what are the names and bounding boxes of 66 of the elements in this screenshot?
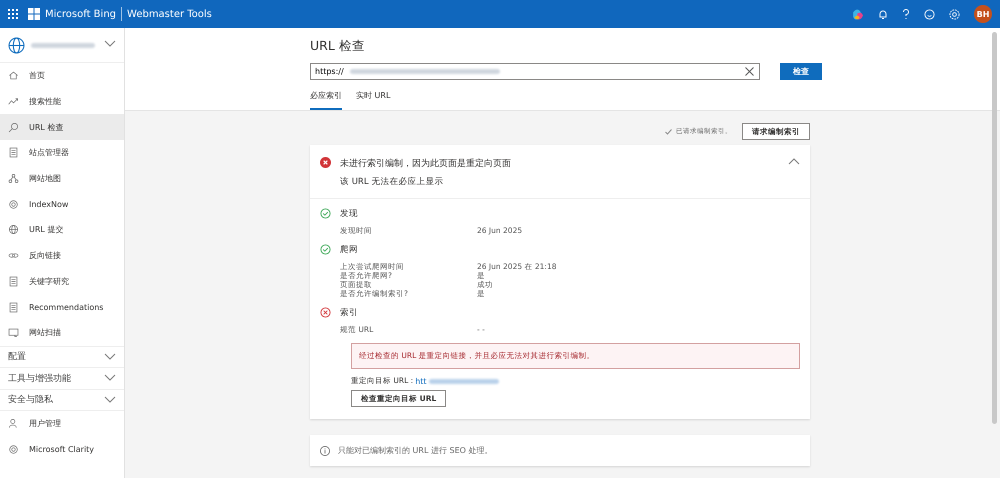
trend-icon — [8, 96, 19, 108]
error-circle-icon — [320, 307, 331, 318]
redacted-site-name — [31, 42, 95, 48]
user-icon — [8, 418, 19, 430]
nav-item[interactable]: IndexNow — [0, 191, 124, 218]
nav-item[interactable]: 搜索性能 — [0, 88, 124, 114]
error-icon — [320, 157, 331, 168]
nav-item[interactable]: URL 提交 — [0, 217, 124, 243]
chevron-icon — [788, 157, 800, 165]
nav-item[interactable]: 网站扫描 — [0, 320, 124, 346]
url-input-field[interactable]: https:// — [310, 63, 760, 80]
nav-item[interactable]: Microsoft Clarity — [0, 436, 124, 462]
brand-name: Microsoft Bing — [45, 8, 116, 20]
redirect-link[interactable]: htt — [415, 376, 427, 386]
check-circle-icon — [320, 244, 331, 255]
check-circle-icon — [320, 208, 331, 219]
nav-item[interactable]: 关键字研究 — [0, 268, 124, 294]
copilot-icon[interactable] — [851, 8, 864, 20]
nav-item[interactable]: 首页 — [0, 63, 124, 89]
nav-item[interactable]: 站点管理器 — [0, 140, 124, 166]
tab[interactable]: 必应索引 — [310, 87, 342, 110]
home-icon — [8, 70, 19, 82]
close-icon[interactable] — [745, 67, 754, 76]
screen-icon — [8, 327, 19, 338]
nav-item[interactable]: 网站地图 — [0, 166, 124, 192]
page-title: URL 检查 — [310, 38, 366, 55]
smiley-icon[interactable] — [924, 8, 935, 20]
gear-icon — [8, 198, 19, 210]
nav-section[interactable]: 安全与隐私 — [0, 388, 124, 410]
inspect-button[interactable]: 检查 — [780, 63, 822, 80]
gear-icon — [8, 444, 19, 456]
chevron-icon — [104, 396, 116, 404]
doc-icon — [8, 302, 19, 313]
section-title: 索引 — [340, 307, 359, 319]
help-icon[interactable] — [902, 8, 910, 20]
section-title: 发现 — [340, 208, 359, 220]
globe-icon — [8, 36, 25, 54]
doc-icon — [8, 276, 19, 287]
tree-icon — [8, 173, 19, 184]
nav-item[interactable]: 反向链接 — [0, 242, 124, 268]
globe-icon — [8, 224, 19, 236]
scrollbar[interactable] — [992, 32, 997, 424]
redacted-url — [428, 378, 499, 384]
bell-icon[interactable] — [878, 8, 888, 20]
settings-icon[interactable] — [949, 8, 960, 20]
section-title: 爬网 — [340, 244, 359, 256]
chevron-icon — [104, 374, 116, 382]
windows-logo-icon — [28, 8, 40, 20]
nav-item[interactable]: 用户管理 — [0, 411, 124, 437]
app-launcher-icon[interactable] — [8, 9, 18, 19]
info-text: 只能对已编制索引的 URL 进行 SEO 处理。 — [338, 445, 492, 456]
result-subtitle: 该 URL 无法在必应上显示 — [340, 176, 444, 188]
check-icon — [665, 128, 672, 134]
product-name: Webmaster Tools — [127, 8, 212, 20]
info-icon — [320, 446, 330, 456]
chevron-icon — [104, 352, 116, 361]
user-avatar[interactable]: BH — [974, 5, 992, 23]
nav-item[interactable]: URL 检查 — [0, 114, 124, 140]
tab[interactable]: 实时 URL — [356, 87, 390, 110]
nav-item[interactable]: Recommendations — [0, 294, 124, 320]
search-icon — [8, 122, 19, 133]
nav-section[interactable]: 配置 — [0, 346, 124, 368]
chevron-icon — [104, 40, 116, 48]
nav-section[interactable]: 工具与增强功能 — [0, 367, 124, 389]
doc-icon — [8, 147, 19, 158]
result-title: 未进行索引编制，因为此页面是重定向页面 — [340, 158, 512, 170]
